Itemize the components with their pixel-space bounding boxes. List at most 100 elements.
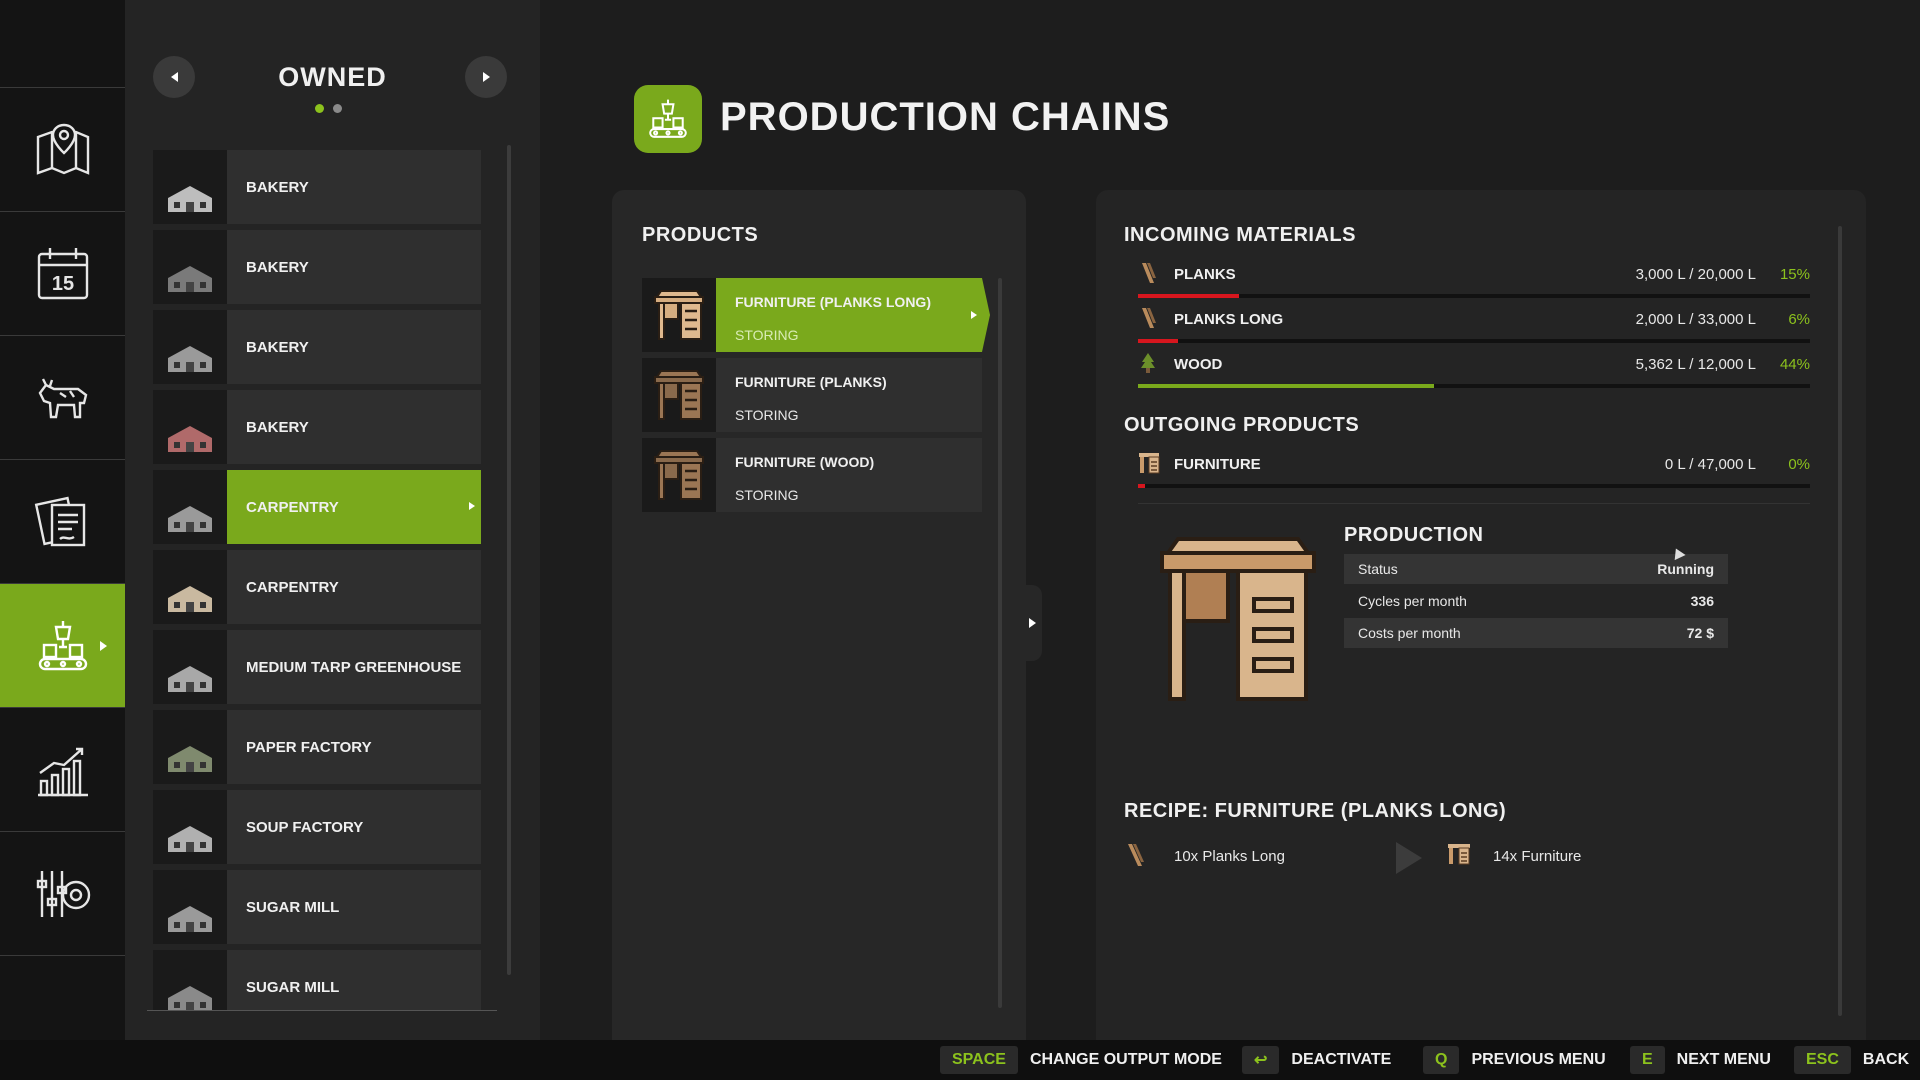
owned-scrollbar[interactable]	[507, 145, 511, 975]
owned-item-label: CARPENTRY	[246, 578, 339, 596]
building-thumbnail	[153, 950, 227, 1010]
material-row: PLANKS LONG 2,000 L / 33,000 L 6%	[1138, 307, 1810, 347]
products-scrollbar[interactable]	[998, 278, 1002, 1008]
material-percent: 0%	[1788, 456, 1810, 473]
rail-item-animals[interactable]	[0, 336, 125, 460]
owned-item-label: SUGAR MILL	[246, 978, 340, 996]
product-status: STORING	[735, 407, 799, 423]
calendar-icon: 15	[37, 247, 88, 299]
owned-item-label: SUGAR MILL	[246, 898, 340, 916]
settings-icon	[36, 870, 90, 917]
key-badge: Q	[1423, 1046, 1460, 1074]
fill-level-bar	[1138, 484, 1145, 488]
material-percent: 6%	[1788, 311, 1810, 328]
owned-list-item[interactable]: SUGAR MILL	[153, 950, 481, 1010]
input-hints-bar: SPACE CHANGE OUTPUT MODE ↩ DEACTIVATE Q PR…	[0, 1040, 1920, 1080]
statistics-icon	[37, 747, 88, 796]
owned-item-label: SOUP FACTORY	[246, 818, 364, 836]
chevron-right-icon	[469, 502, 475, 510]
page-dot[interactable]	[315, 104, 324, 113]
production-chains-icon	[634, 85, 702, 153]
owned-list-item[interactable]: BAKERY	[153, 150, 481, 224]
planks-long-icon	[1128, 844, 1144, 866]
products-panel: PRODUCTS FURNITURE (PLANKS LONG) STORING…	[612, 190, 1026, 1040]
fill-level-track	[1138, 294, 1810, 298]
rail-item-map[interactable]	[0, 88, 125, 212]
rail-item-calendar[interactable]: 15	[0, 212, 125, 336]
owned-list-item[interactable]: SUGAR MILL	[153, 870, 481, 944]
rail-item-contracts[interactable]	[0, 460, 125, 584]
product-list-item[interactable]: FURNITURE (PLANKS) STORING	[642, 358, 982, 432]
recipe-title: RECIPE: FURNITURE (PLANKS LONG)	[1124, 800, 1507, 822]
material-name: PLANKS LONG	[1174, 311, 1284, 328]
rail-item-settings[interactable]	[0, 832, 125, 956]
planks-long-icon	[1138, 307, 1158, 329]
owned-list-item[interactable]: BAKERY	[153, 230, 481, 304]
building-thumbnail	[153, 550, 227, 624]
stat-label: Cycles per month	[1358, 593, 1467, 609]
products-title: PRODUCTS	[642, 224, 759, 246]
building-thumbnail	[153, 790, 227, 864]
owned-list-item[interactable]: PAPER FACTORY	[153, 710, 481, 784]
owned-divider	[147, 1010, 497, 1011]
owned-item-label: BAKERY	[246, 178, 309, 196]
chevron-right-icon	[482, 72, 490, 82]
product-list-item[interactable]: FURNITURE (WOOD) STORING	[642, 438, 982, 512]
hint-action: NEXT MENU	[1676, 1051, 1771, 1068]
product-list-item[interactable]: FURNITURE (PLANKS LONG) STORING	[642, 278, 990, 352]
owned-next-button[interactable]	[465, 56, 507, 98]
owned-page-dots	[315, 104, 342, 113]
material-row: WOOD 5,362 L / 12,000 L 44%	[1138, 352, 1810, 392]
building-thumbnail	[153, 230, 227, 304]
owned-list-item[interactable]: MEDIUM TARP GREENHOUSE	[153, 630, 481, 704]
hint-action: BACK	[1862, 1051, 1910, 1068]
incoming-materials-title: INCOMING MATERIALS	[1124, 224, 1356, 246]
stat-costs: Costs per month 72 $	[1344, 618, 1728, 648]
hint-next-menu[interactable]: E NEXT MENU	[1630, 1046, 1771, 1074]
owned-list-item[interactable]: BAKERY	[153, 390, 481, 464]
building-thumbnail	[153, 870, 227, 944]
owned-item-label: BAKERY	[246, 418, 309, 436]
hint-change-output-mode[interactable]: SPACE CHANGE OUTPUT MODE	[940, 1046, 1222, 1074]
building-thumbnail	[153, 710, 227, 784]
owned-list-item[interactable]: SOUP FACTORY	[153, 790, 481, 864]
owned-item-label: PAPER FACTORY	[246, 738, 372, 756]
owned-list-item[interactable]: CARPENTRY	[153, 550, 481, 624]
details-panel: INCOMING MATERIALS PLANKS 3,000 L / 20,0…	[1096, 190, 1866, 1040]
details-scrollbar[interactable]	[1838, 226, 1842, 1016]
page-title: PRODUCTION CHAINS	[720, 95, 1171, 139]
outgoing-products-title: OUTGOING PRODUCTS	[1124, 414, 1360, 436]
hint-previous-menu[interactable]: Q PREVIOUS MENU	[1423, 1046, 1606, 1074]
building-thumbnail	[153, 310, 227, 384]
furniture-icon	[642, 358, 716, 432]
hint-back[interactable]: ESC BACK	[1794, 1046, 1909, 1074]
product-name: FURNITURE (PLANKS)	[735, 374, 887, 390]
recipe-output: 14x Furniture	[1493, 848, 1582, 865]
contracts-icon	[34, 496, 85, 546]
furniture-product-icon	[1160, 537, 1316, 701]
recipe-arrow-icon	[1396, 842, 1422, 874]
material-amount: 3,000 L / 20,000 L	[1635, 266, 1756, 283]
building-thumbnail	[153, 630, 227, 704]
material-name: FURNITURE	[1174, 456, 1261, 473]
stat-value: 336	[1690, 593, 1714, 609]
rail-item-production[interactable]	[0, 584, 125, 708]
owned-list-item[interactable]: BAKERY	[153, 310, 481, 384]
stat-label: Costs per month	[1358, 625, 1461, 641]
furniture-icon	[1138, 452, 1160, 474]
section-divider	[1138, 503, 1810, 504]
main-menu-rail: 15	[0, 0, 125, 1040]
fill-level-bar	[1138, 294, 1239, 298]
production-stats: Status Running Cycles per month 336 Cost…	[1344, 554, 1728, 650]
owned-list-item[interactable]: CARPENTRY	[153, 470, 481, 544]
hint-action: PREVIOUS MENU	[1471, 1051, 1606, 1068]
page-dot[interactable]	[333, 104, 342, 113]
building-thumbnail	[153, 470, 227, 544]
fill-level-track	[1138, 339, 1810, 343]
rail-item-statistics[interactable]	[0, 708, 125, 832]
fill-level-track	[1138, 484, 1810, 488]
calendar-day: 15	[51, 273, 73, 295]
hint-deactivate[interactable]: ↩ DEACTIVATE	[1242, 1046, 1391, 1074]
products-expand-tab[interactable]	[1024, 585, 1042, 661]
material-amount: 0 L / 47,000 L	[1664, 456, 1756, 473]
